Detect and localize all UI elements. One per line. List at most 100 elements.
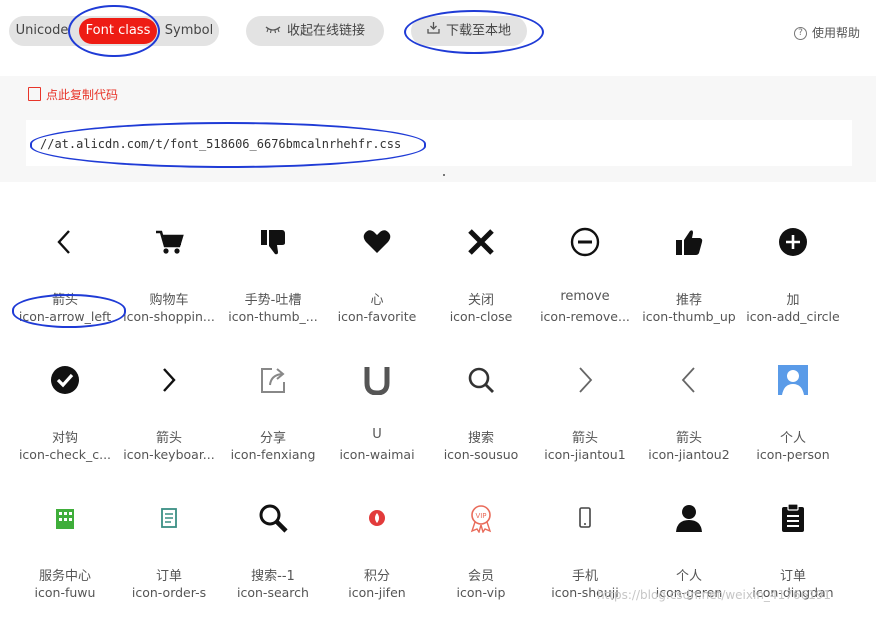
icon-card-name: 加 (786, 293, 800, 308)
icon-card-class: icon-favorite (337, 309, 417, 324)
copy-code-label: 点此复制代码 (46, 88, 119, 102)
tab-unicode[interactable]: Unicode (9, 16, 75, 46)
icon-card-class: icon-jiantou2 (648, 447, 730, 462)
icon-card-name: 订单 (155, 569, 182, 584)
heart-icon (362, 227, 392, 257)
icon-card[interactable]: Uicon-waimai (325, 365, 429, 495)
icon-card-name: 个人 (675, 569, 702, 584)
u-letter-icon (362, 365, 392, 396)
icon-card[interactable]: 个人 icon-person (741, 365, 845, 495)
icon-card[interactable]: 手机 icon-shouji (533, 503, 637, 633)
icon-card[interactable]: 搜索 icon-sousuo (429, 365, 533, 495)
icon-card-name: 购物车 (149, 293, 189, 308)
icon-card[interactable]: 个人 icon-geren (637, 503, 741, 633)
icon-card-name: 对钩 (51, 431, 78, 446)
tab-symbol[interactable]: Symbol (159, 16, 219, 46)
icon-card[interactable]: 搜索--1 icon-search (221, 503, 325, 633)
icon-card-class: icon-thumb_... (228, 309, 318, 324)
icon-card[interactable]: 手势-吐槽 icon-thumb_... (221, 227, 325, 357)
icon-card[interactable]: 分享 icon-fenxiang (221, 365, 325, 495)
download-local-button[interactable]: 下载至本地 (411, 16, 527, 46)
separator-dot (443, 174, 445, 176)
icon-card[interactable]: 箭头 icon-jiantou1 (533, 365, 637, 495)
help-link[interactable]: ? 使用帮助 (794, 24, 860, 41)
close-icon (466, 227, 496, 257)
icon-card[interactable]: 服务中心 icon-fuwu (13, 503, 117, 633)
phone-icon (570, 503, 600, 533)
icon-card-class: icon-waimai (339, 447, 415, 462)
icon-card-class: icon-fuwu (34, 585, 96, 600)
order-document-icon (154, 503, 184, 533)
icon-card[interactable]: 关闭 icon-close (429, 227, 533, 357)
icon-card-class: icon-thumb_up (642, 309, 736, 324)
copy-code-link[interactable]: 点此复制代码 (28, 86, 118, 103)
remove-circle-icon (570, 227, 600, 257)
icon-card[interactable]: VIP 会员 icon-vip (429, 503, 533, 633)
vip-badge-icon: VIP (466, 503, 496, 534)
thumb-up-icon (674, 227, 704, 257)
icon-card[interactable]: 订单 icon-dingdan (741, 503, 845, 633)
icon-card-class: icon-close (449, 309, 513, 324)
icon-card-class: icon-order-s (131, 585, 207, 600)
icon-card-class: icon-check_c... (18, 447, 112, 462)
icon-card-class: icon-fenxiang (230, 447, 316, 462)
icon-card-name: 推荐 (675, 293, 702, 308)
icon-card[interactable]: 加 icon-add_circle (741, 227, 845, 357)
icon-card[interactable]: 心 icon-favorite (325, 227, 429, 357)
question-icon: ? (794, 27, 807, 40)
icon-card-class: icon-add_circle (746, 309, 840, 324)
collapse-online-link-label: 收起在线链接 (286, 23, 365, 39)
icon-card-name: 搜索--1 (251, 569, 295, 584)
icon-card-name: 手势-吐槽 (244, 293, 302, 308)
person-square-icon (778, 365, 808, 395)
icon-card[interactable]: 积分 icon-jifen (325, 503, 429, 633)
icon-card-name: 搜索 (467, 431, 494, 446)
tab-font-class[interactable]: Font class (79, 18, 157, 44)
thin-chevron-right-icon (570, 365, 600, 395)
user-icon (674, 503, 704, 533)
thumb-down-icon (258, 227, 288, 257)
collapse-online-link-button[interactable]: 收起在线链接 (246, 16, 384, 46)
icon-card[interactable]: remove icon-remove... (533, 227, 637, 357)
building-icon (50, 503, 80, 533)
help-label: 使用帮助 (812, 26, 861, 40)
chevron-left-icon (50, 227, 80, 257)
points-icon (362, 503, 392, 533)
download-icon (427, 16, 440, 46)
icon-card[interactable]: 订单 icon-order-s (117, 503, 221, 633)
icon-card-name: 订单 (779, 569, 806, 584)
icon-card-name: U (372, 427, 382, 442)
icon-card[interactable]: 购物车 icon-shoppin... (117, 227, 221, 357)
icon-card[interactable]: 箭头 icon-arrow_left (13, 227, 117, 357)
chevron-right-icon (154, 365, 184, 395)
icon-card-class: icon-vip (456, 585, 506, 600)
css-link-text[interactable]: //at.alicdn.com/t/font_518606_6676bmcaln… (40, 137, 401, 151)
icon-card[interactable]: 箭头 icon-keyboar... (117, 365, 221, 495)
icon-card-name: 积分 (363, 569, 390, 584)
mode-tab-group: Unicode Font class Symbol (9, 16, 219, 46)
icon-card-class: icon-keyboar... (123, 447, 215, 462)
icon-card-name: 会员 (467, 569, 494, 584)
icon-card-name: 关闭 (467, 293, 494, 308)
icon-card-name: 箭头 (155, 431, 182, 446)
icon-card-class: icon-shoppin... (123, 309, 215, 324)
share-icon (258, 365, 288, 395)
icon-card-name: 分享 (259, 431, 286, 446)
svg-text:VIP: VIP (475, 512, 486, 520)
download-local-label: 下载至本地 (445, 23, 511, 39)
icon-card[interactable]: 箭头 icon-jiantou2 (637, 365, 741, 495)
icon-card[interactable]: 对钩 icon-check_c... (13, 365, 117, 495)
thin-chevron-left-icon (674, 365, 704, 395)
icon-card[interactable]: 推荐 icon-thumb_up (637, 227, 741, 357)
clipboard-icon (778, 503, 808, 533)
shopping-cart-icon (154, 227, 184, 257)
icon-card-class: icon-sousuo (443, 447, 519, 462)
icon-card-name: 手机 (571, 569, 598, 584)
icon-card-name: 箭头 (675, 431, 702, 446)
eye-closed-icon (265, 16, 281, 46)
icon-card-name: 心 (370, 293, 384, 308)
icon-card-class: icon-search (237, 585, 309, 600)
check-circle-icon (50, 365, 80, 395)
icon-card-class: icon-person (756, 447, 830, 462)
icon-card-class: icon-jifen (348, 585, 406, 600)
